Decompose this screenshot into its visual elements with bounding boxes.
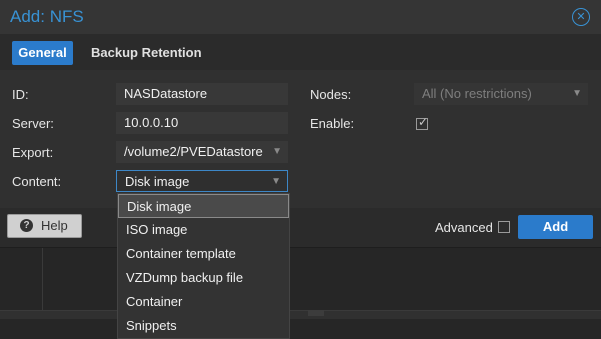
- content-combobox[interactable]: Disk image ▼: [116, 170, 288, 192]
- dialog-title: Add: NFS: [10, 7, 84, 26]
- checkmark-icon: ✓: [418, 115, 429, 129]
- close-icon[interactable]: ✕: [572, 8, 590, 26]
- enable-label: Enable:: [310, 116, 355, 131]
- chevron-down-icon[interactable]: ▼: [271, 171, 281, 193]
- dialog-footer: [0, 208, 601, 247]
- nodes-value: All (No restrictions): [422, 86, 532, 101]
- advanced-label: Advanced: [435, 220, 493, 235]
- chevron-down-icon[interactable]: ▼: [272, 141, 282, 163]
- id-field[interactable]: NASDatastore: [116, 83, 288, 105]
- tab-backup-retention[interactable]: Backup Retention: [91, 41, 202, 65]
- chevron-down-icon[interactable]: ▼: [572, 83, 582, 105]
- background-scrollbar[interactable]: [0, 310, 601, 319]
- dropdown-option-disk-image[interactable]: Disk image: [118, 194, 289, 218]
- server-label: Server:: [12, 116, 54, 131]
- content-dropdown-list: Disk image ISO image Container template …: [117, 193, 290, 339]
- background-panel: [0, 247, 601, 339]
- help-label: Help: [41, 218, 68, 233]
- dropdown-option-iso-image[interactable]: ISO image: [118, 218, 289, 242]
- tab-bar: General Backup Retention: [0, 34, 601, 71]
- advanced-checkbox[interactable]: [498, 221, 510, 233]
- export-value: /volume2/PVEDatastore: [124, 144, 263, 159]
- id-value: NASDatastore: [124, 86, 208, 101]
- background-scroll-handle[interactable]: [308, 310, 324, 316]
- dropdown-option-vzdump-backup-file[interactable]: VZDump backup file: [118, 266, 289, 290]
- content-label: Content:: [12, 174, 62, 189]
- content-value: Disk image: [125, 174, 190, 189]
- export-label: Export:: [12, 145, 54, 160]
- help-button[interactable]: ? Help: [7, 214, 82, 238]
- add-button[interactable]: Add: [518, 215, 593, 239]
- background-divider: [42, 247, 43, 317]
- server-value: 10.0.0.10: [124, 115, 179, 130]
- help-icon: ?: [20, 219, 33, 232]
- nodes-combobox[interactable]: All (No restrictions) ▼: [414, 83, 588, 105]
- add-nfs-dialog: Add: NFS ✕ General Backup Retention ID: …: [0, 0, 601, 248]
- dialog-titlebar: Add: NFS ✕: [0, 0, 601, 34]
- general-form: ID: NASDatastore Server: 10.0.0.10 Expor…: [0, 70, 601, 208]
- dropdown-option-container[interactable]: Container: [118, 290, 289, 314]
- export-combobox[interactable]: /volume2/PVEDatastore ▼: [116, 141, 288, 163]
- dropdown-option-container-template[interactable]: Container template: [118, 242, 289, 266]
- server-field[interactable]: 10.0.0.10: [116, 112, 288, 134]
- nodes-label: Nodes:: [310, 87, 352, 102]
- enable-checkbox[interactable]: ✓: [416, 115, 429, 130]
- tab-general[interactable]: General: [12, 41, 73, 65]
- id-label: ID:: [12, 87, 29, 102]
- dropdown-option-snippets[interactable]: Snippets: [118, 314, 289, 338]
